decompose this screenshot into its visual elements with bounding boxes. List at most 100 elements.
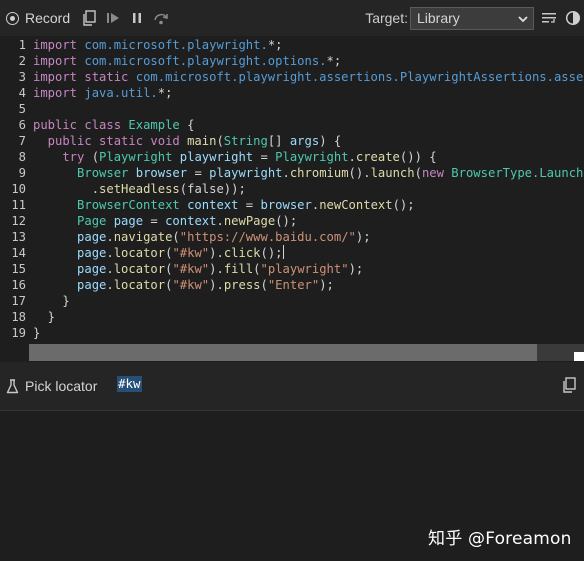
record-label: Record bbox=[25, 10, 71, 26]
code-token: . bbox=[33, 182, 100, 196]
pick-locator-label: Pick locator bbox=[25, 378, 98, 394]
code-token: "playwright" bbox=[260, 262, 349, 276]
line-number: 19 bbox=[11, 326, 26, 340]
copy-button[interactable] bbox=[78, 6, 100, 30]
copy-icon bbox=[563, 377, 576, 393]
code-token: Playwright bbox=[99, 150, 180, 164]
line-number: 15 bbox=[11, 262, 26, 276]
code-token: = bbox=[143, 214, 166, 228]
code-token: click bbox=[223, 246, 261, 260]
code-token: browser bbox=[135, 166, 188, 180]
code-token: public class bbox=[33, 118, 129, 132]
code-text: page.locator("#kw").press("Enter"); bbox=[33, 277, 334, 293]
code-token: ); bbox=[348, 262, 364, 276]
line-number: 2 bbox=[18, 54, 26, 68]
line-number: 11 bbox=[11, 198, 26, 212]
code-token: com.microsoft.playwright.assertions.Play… bbox=[135, 70, 584, 84]
code-token: ). bbox=[209, 262, 224, 276]
code-text: import static com.microsoft.playwright.a… bbox=[33, 69, 584, 85]
line-number: 7 bbox=[18, 134, 26, 148]
pick-locator-button[interactable]: Pick locator bbox=[6, 378, 97, 394]
code-token: (); bbox=[275, 214, 298, 228]
pause-button[interactable] bbox=[126, 6, 148, 30]
code-token: (); bbox=[260, 246, 283, 260]
code-token: ( bbox=[172, 230, 180, 244]
code-text: page.locator("#kw").click(); bbox=[33, 245, 284, 261]
code-token: . bbox=[106, 246, 114, 260]
code-token: playwright bbox=[179, 150, 254, 164]
line-number: 1 bbox=[18, 38, 26, 52]
line-number: 12 bbox=[11, 214, 26, 228]
toolbar: Record Target: Library bbox=[0, 0, 584, 36]
code-text: try (Playwright playwright = Playwright.… bbox=[33, 149, 436, 165]
code-token: newPage bbox=[223, 214, 276, 228]
code-token: new bbox=[421, 166, 452, 180]
code-token: com.microsoft.playwright. bbox=[84, 38, 268, 52]
code-token: . bbox=[106, 230, 114, 244]
code-text: public class Example { bbox=[33, 117, 194, 133]
code-token: page bbox=[33, 230, 107, 244]
theme-toggle-icon bbox=[565, 10, 581, 26]
step-over-icon bbox=[154, 13, 168, 25]
code-token: page bbox=[113, 214, 144, 228]
line-number: 13 bbox=[11, 230, 26, 244]
code-token: locator bbox=[113, 262, 166, 276]
code-token: import bbox=[33, 86, 85, 100]
resume-button[interactable] bbox=[102, 6, 124, 30]
text-cursor bbox=[282, 245, 284, 259]
code-token: ); bbox=[319, 278, 334, 292]
code-token: *; bbox=[326, 54, 342, 68]
code-token: { bbox=[179, 118, 195, 132]
resume-icon bbox=[107, 13, 120, 23]
code-text: import com.microsoft.playwright.*; bbox=[33, 37, 283, 53]
code-token: page bbox=[33, 278, 107, 292]
code-token: . bbox=[106, 262, 114, 276]
code-token: = bbox=[253, 150, 276, 164]
horizontal-scrollbar[interactable] bbox=[29, 344, 584, 361]
code-token: BrowserType.LaunchOpt bbox=[451, 166, 584, 180]
record-icon bbox=[6, 11, 19, 25]
theme-toggle-button[interactable] bbox=[562, 6, 584, 30]
code-token: "#kw" bbox=[172, 262, 210, 276]
code-token: (false)); bbox=[179, 182, 246, 196]
code-token: ); bbox=[355, 230, 371, 244]
locator-input[interactable]: #kw bbox=[117, 376, 142, 392]
code-token: import bbox=[33, 38, 85, 52]
line-number: 9 bbox=[18, 166, 26, 180]
code-token: fill bbox=[223, 262, 254, 276]
code-token: try bbox=[33, 150, 92, 164]
watermark: 知乎 @Foreamon bbox=[428, 529, 572, 549]
code-token: BrowserContext bbox=[33, 198, 188, 212]
code-token: *; bbox=[267, 38, 283, 52]
line-number: 8 bbox=[18, 150, 26, 164]
locator-bar: Pick locator #kw bbox=[0, 362, 584, 410]
scrollbar-thumb[interactable] bbox=[29, 344, 537, 361]
target-select[interactable]: Library bbox=[410, 6, 534, 30]
code-token: locator bbox=[113, 278, 166, 292]
code-editor[interactable]: 1 import com.microsoft.playwright.*; 2 impo… bbox=[0, 36, 584, 362]
step-over-button[interactable] bbox=[150, 6, 172, 30]
code-token: ). bbox=[209, 246, 224, 260]
code-token: create bbox=[355, 150, 400, 164]
code-token: press bbox=[223, 278, 261, 292]
target-select-value: Library bbox=[417, 10, 460, 26]
code-token: setHeadless bbox=[99, 182, 180, 196]
chevron-down-icon bbox=[518, 15, 528, 22]
locator-copy-button[interactable] bbox=[562, 377, 576, 398]
line-number: 4 bbox=[18, 86, 26, 100]
wrap-lines-button[interactable] bbox=[538, 6, 560, 30]
code-token: (). bbox=[348, 166, 371, 180]
line-number: 18 bbox=[11, 310, 26, 324]
code-token: Page bbox=[33, 214, 114, 228]
code-text: import com.microsoft.playwright.options.… bbox=[33, 53, 341, 69]
code-token: ( bbox=[216, 134, 224, 148]
code-token: } bbox=[33, 294, 70, 308]
code-token: . bbox=[106, 278, 114, 292]
code-text: BrowserContext context = browser.newCont… bbox=[33, 197, 415, 213]
line-number: 5 bbox=[18, 102, 26, 116]
code-token: "Enter" bbox=[267, 278, 320, 292]
code-token: newContext bbox=[319, 198, 393, 212]
record-button[interactable]: Record bbox=[6, 6, 70, 30]
target-label: Target: bbox=[365, 10, 408, 26]
line-number: 14 bbox=[11, 246, 26, 260]
